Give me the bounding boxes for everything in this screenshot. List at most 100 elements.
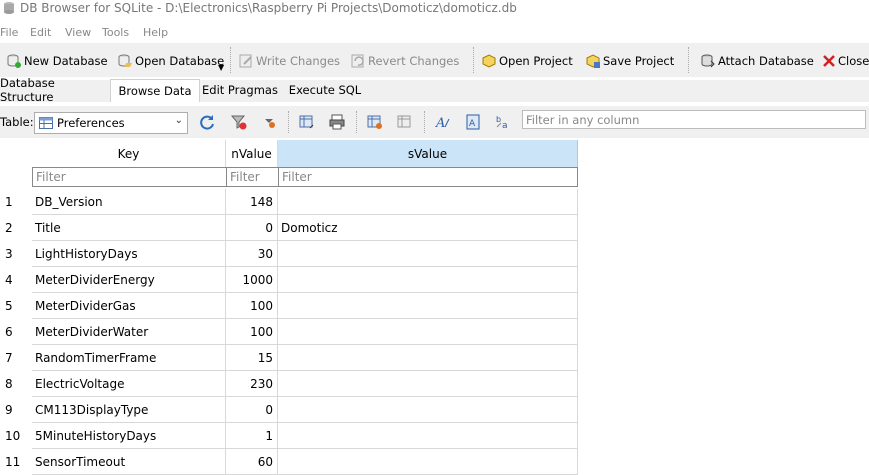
- table-row[interactable]: 5 MeterDividerGas 100: [0, 293, 578, 319]
- toolbar-separator: [688, 47, 690, 73]
- text-format-icon[interactable]: A: [462, 111, 484, 133]
- open-project-button[interactable]: Open Project: [481, 51, 573, 71]
- cell-svalue[interactable]: [278, 293, 578, 319]
- table-row[interactable]: 6 MeterDividerWater 100: [0, 319, 578, 345]
- cell-nvalue[interactable]: 0: [226, 397, 278, 423]
- table-row[interactable]: 3 LightHistoryDays 30: [0, 241, 578, 267]
- svg-text:A: A: [435, 116, 445, 131]
- cell-key[interactable]: MeterDividerEnergy: [32, 267, 226, 293]
- menu-tools[interactable]: Tools: [102, 26, 129, 39]
- font-format-icon[interactable]: A: [432, 111, 454, 133]
- cell-nvalue[interactable]: 30: [226, 241, 278, 267]
- open-database-icon: [118, 54, 132, 67]
- cell-nvalue[interactable]: 100: [226, 293, 278, 319]
- cell-nvalue[interactable]: 15: [226, 345, 278, 371]
- attach-database-button[interactable]: Attach Database: [700, 51, 814, 71]
- cell-svalue[interactable]: [278, 267, 578, 293]
- revert-changes-label: Revert Changes: [368, 54, 460, 68]
- cell-key[interactable]: RandomTimerFrame: [32, 345, 226, 371]
- save-project-icon: [586, 54, 600, 68]
- table-row[interactable]: 9 CM113DisplayType 0: [0, 397, 578, 423]
- table-row[interactable]: 7 RandomTimerFrame 15: [0, 345, 578, 371]
- table-row[interactable]: 2 Title 0 Domoticz: [0, 215, 578, 241]
- menu-file[interactable]: File: [0, 26, 18, 39]
- table-row[interactable]: 1 DB_Version 148: [0, 189, 578, 215]
- table-row[interactable]: 4 MeterDividerEnergy 1000: [0, 267, 578, 293]
- clear-filters-icon[interactable]: [228, 111, 250, 133]
- cell-svalue[interactable]: Domoticz: [278, 215, 578, 241]
- cell-svalue[interactable]: [278, 397, 578, 423]
- column-header-svalue[interactable]: sValue: [278, 140, 578, 167]
- encoding-icon[interactable]: ba: [492, 111, 514, 133]
- cell-nvalue[interactable]: 100: [226, 319, 278, 345]
- write-changes-button[interactable]: Write Changes: [238, 51, 340, 71]
- menu-edit[interactable]: Edit: [30, 26, 51, 39]
- row-number: 11: [5, 455, 21, 469]
- table-icon: [39, 117, 53, 129]
- table-row[interactable]: 11 SensorTimeout 60: [0, 449, 578, 475]
- cell-key[interactable]: CM113DisplayType: [32, 397, 226, 423]
- sort-icon[interactable]: [258, 111, 280, 133]
- close-database-button[interactable]: Close D: [822, 51, 869, 71]
- table-select[interactable]: Preferences ⌄: [34, 112, 188, 134]
- table-row[interactable]: 10 5MinuteHistoryDays 1: [0, 423, 578, 449]
- filter-input-key[interactable]: Filter: [32, 167, 227, 187]
- cell-key[interactable]: LightHistoryDays: [32, 241, 226, 267]
- menu-view[interactable]: View: [65, 26, 91, 39]
- column-header-key[interactable]: Key: [32, 140, 226, 167]
- open-database-label: Open Database: [135, 54, 225, 68]
- cell-key[interactable]: DB_Version: [32, 189, 226, 215]
- new-database-icon: [7, 54, 21, 68]
- column-header-nvalue[interactable]: nValue: [226, 140, 278, 167]
- table-row[interactable]: 8 ElectricVoltage 230: [0, 371, 578, 397]
- cell-svalue[interactable]: [278, 423, 578, 449]
- cell-nvalue[interactable]: 230: [226, 371, 278, 397]
- tab-browse-data[interactable]: Browse Data: [110, 79, 200, 102]
- cell-key[interactable]: MeterDividerWater: [32, 319, 226, 345]
- filter-input-nvalue[interactable]: Filter: [226, 167, 279, 187]
- row-number: 1: [5, 195, 13, 209]
- cell-svalue[interactable]: [278, 189, 578, 215]
- cell-nvalue[interactable]: 60: [226, 449, 278, 475]
- row-number: 2: [5, 221, 13, 235]
- save-project-button[interactable]: Save Project: [585, 51, 674, 71]
- filter-input-svalue[interactable]: Filter: [278, 167, 578, 187]
- open-database-button[interactable]: Open Database: [117, 51, 224, 71]
- table-label: Table:: [0, 115, 34, 129]
- cell-nvalue[interactable]: 0: [226, 215, 278, 241]
- cell-key[interactable]: ElectricVoltage: [32, 371, 226, 397]
- chevron-down-icon: ⌄: [174, 115, 183, 126]
- row-number: 8: [5, 377, 13, 391]
- cell-nvalue[interactable]: 1: [226, 423, 278, 449]
- row-number: 5: [5, 299, 13, 313]
- print-icon[interactable]: [326, 111, 348, 133]
- delete-record-icon[interactable]: [394, 111, 416, 133]
- cell-nvalue[interactable]: 1000: [226, 267, 278, 293]
- tab-database-structure[interactable]: Database Structure: [0, 76, 108, 104]
- svg-text:A: A: [469, 119, 476, 129]
- new-database-label: New Database: [24, 54, 108, 68]
- new-database-button[interactable]: New Database: [6, 51, 108, 71]
- cell-key[interactable]: 5MinuteHistoryDays: [32, 423, 226, 449]
- cell-svalue[interactable]: [278, 345, 578, 371]
- filter-any-column-input[interactable]: Filter in any column: [522, 110, 866, 129]
- cell-svalue[interactable]: [278, 241, 578, 267]
- save-table-icon[interactable]: [296, 111, 318, 133]
- save-project-label: Save Project: [603, 54, 675, 68]
- revert-changes-button[interactable]: Revert Changes: [350, 51, 459, 71]
- row-number: 3: [5, 247, 13, 261]
- cell-key[interactable]: Title: [32, 215, 226, 241]
- cell-key[interactable]: MeterDividerGas: [32, 293, 226, 319]
- refresh-icon[interactable]: [196, 111, 218, 133]
- cell-svalue[interactable]: [278, 371, 578, 397]
- grid-corner: [0, 140, 32, 167]
- menu-help[interactable]: Help: [143, 26, 168, 39]
- cell-svalue[interactable]: [278, 319, 578, 345]
- tab-execute-sql[interactable]: Execute SQL: [284, 80, 366, 100]
- cell-key[interactable]: SensorTimeout: [32, 449, 226, 475]
- open-database-dropdown-icon[interactable]: ▼: [218, 63, 224, 72]
- cell-nvalue[interactable]: 148: [226, 189, 278, 215]
- cell-svalue[interactable]: [278, 449, 578, 475]
- tab-edit-pragmas[interactable]: Edit Pragmas: [200, 80, 280, 100]
- insert-record-icon[interactable]: [364, 111, 386, 133]
